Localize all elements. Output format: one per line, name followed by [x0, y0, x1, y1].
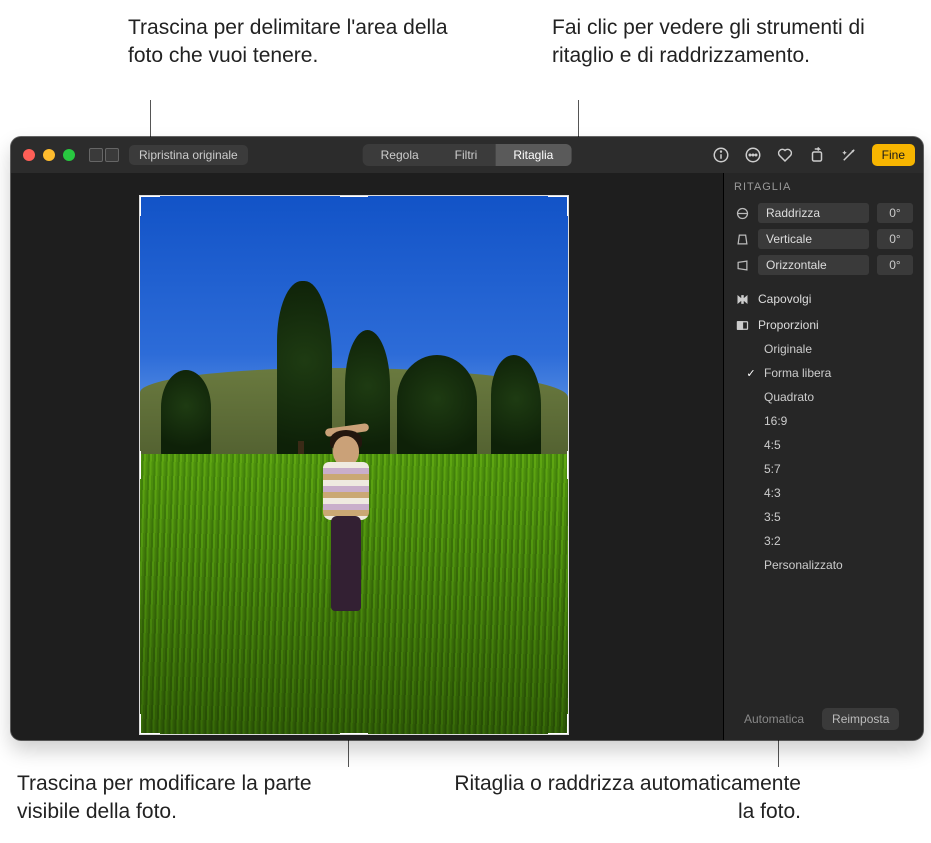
- crop-sidebar: RITAGLIA Raddrizza 0° Verticale 0° Or: [723, 173, 923, 740]
- straighten-row: Raddrizza 0°: [734, 203, 913, 223]
- callout-crop-tools: Fai clic per vedere gli strumenti di rit…: [552, 14, 882, 70]
- straighten-slider[interactable]: Raddrizza: [758, 203, 869, 223]
- more-icon[interactable]: [744, 146, 762, 164]
- callout-line: [348, 740, 349, 767]
- aspect-freeform[interactable]: ✓Forma libera: [734, 361, 913, 385]
- flip-icon: [734, 291, 750, 307]
- minimize-window-button[interactable]: [43, 149, 55, 161]
- aspect-custom[interactable]: Personalizzato: [734, 553, 913, 577]
- horizontal-slider[interactable]: Orizzontale: [758, 255, 869, 275]
- aspect-ratio-header: Proporzioni: [734, 317, 913, 333]
- straighten-icon: [734, 205, 750, 221]
- aspect-ratio-list: Originale ✓Forma libera Quadrato 16:9 4:…: [734, 337, 913, 577]
- crop-handle-left[interactable]: [139, 451, 141, 479]
- callout-drag-photo: Trascina per modificare la parte visibil…: [17, 770, 377, 826]
- aspect-16-9[interactable]: 16:9: [734, 409, 913, 433]
- fullscreen-window-button[interactable]: [63, 149, 75, 161]
- aspect-4-3[interactable]: 4:3: [734, 481, 913, 505]
- vertical-slider[interactable]: Verticale: [758, 229, 869, 249]
- aspect-3-5-label: 3:5: [758, 510, 781, 524]
- horizontal-value[interactable]: 0°: [877, 255, 913, 275]
- tab-crop[interactable]: Ritaglia: [495, 144, 571, 166]
- vertical-row: Verticale 0°: [734, 229, 913, 249]
- horizontal-row: Orizzontale 0°: [734, 255, 913, 275]
- person-subject: [311, 422, 381, 632]
- callout-auto: Ritaglia o raddrizza automaticamente la …: [441, 770, 801, 826]
- tab-filters[interactable]: Filtri: [437, 144, 496, 166]
- aspect-square[interactable]: Quadrato: [734, 385, 913, 409]
- info-icon[interactable]: [712, 146, 730, 164]
- auto-enhance-icon[interactable]: [840, 146, 858, 164]
- aspect-5-7[interactable]: 5:7: [734, 457, 913, 481]
- aspect-4-5[interactable]: 4:5: [734, 433, 913, 457]
- sidebar-footer: Automatica Reimposta: [734, 698, 913, 730]
- horizontal-perspective-icon: [734, 257, 750, 273]
- favorite-heart-icon[interactable]: [776, 146, 794, 164]
- auto-crop-button[interactable]: Automatica: [734, 708, 814, 730]
- rotate-icon[interactable]: [808, 146, 826, 164]
- crop-handle-bottom-left[interactable]: [139, 714, 160, 735]
- aspect-square-label: Quadrato: [758, 390, 814, 404]
- aspect-4-5-label: 4:5: [758, 438, 781, 452]
- straighten-value[interactable]: 0°: [877, 203, 913, 223]
- photos-edit-window: Ripristina originale Regola Filtri Ritag…: [11, 137, 923, 740]
- aspect-original-label: Originale: [758, 342, 812, 356]
- crop-handle-top-right[interactable]: [548, 195, 569, 216]
- aspect-5-7-label: 5:7: [758, 462, 781, 476]
- aspect-16-9-label: 16:9: [758, 414, 787, 428]
- crop-handle-bottom[interactable]: [340, 733, 368, 735]
- aspect-custom-label: Personalizzato: [758, 558, 843, 572]
- aspect-3-2[interactable]: 3:2: [734, 529, 913, 553]
- vertical-value[interactable]: 0°: [877, 229, 913, 249]
- vertical-perspective-icon: [734, 231, 750, 247]
- app-body: RITAGLIA Raddrizza 0° Verticale 0° Or: [11, 173, 923, 740]
- aspect-ratio-icon: [734, 317, 750, 333]
- aspect-3-5[interactable]: 3:5: [734, 505, 913, 529]
- titlebar: Ripristina originale Regola Filtri Ritag…: [11, 137, 923, 173]
- aspect-freeform-label: Forma libera: [758, 366, 831, 380]
- crop-frame[interactable]: [139, 195, 569, 735]
- flip-label: Capovolgi: [758, 292, 811, 306]
- restore-original-button[interactable]: Ripristina originale: [129, 145, 248, 165]
- done-button[interactable]: Fine: [872, 144, 915, 166]
- callout-crop-area: Trascina per delimitare l'area della fot…: [128, 14, 458, 70]
- aspect-3-2-label: 3:2: [758, 534, 781, 548]
- crop-handle-right[interactable]: [567, 451, 569, 479]
- edit-mode-segmented-control: Regola Filtri Ritaglia: [363, 144, 572, 166]
- aspect-4-3-label: 4:3: [758, 486, 781, 500]
- crop-handle-top[interactable]: [340, 195, 368, 197]
- photo-content[interactable]: [140, 196, 568, 734]
- close-window-button[interactable]: [23, 149, 35, 161]
- aspect-original[interactable]: Originale: [734, 337, 913, 361]
- window-controls: [23, 149, 75, 161]
- flip-button[interactable]: Capovolgi: [734, 291, 913, 307]
- callout-line: [778, 740, 779, 767]
- view-mode-toggle[interactable]: [89, 148, 119, 162]
- tab-adjust[interactable]: Regola: [363, 144, 437, 166]
- aspect-ratio-title: Proporzioni: [758, 318, 819, 332]
- toolbar-right-tools: Fine: [712, 137, 915, 173]
- reset-button[interactable]: Reimposta: [822, 708, 899, 730]
- canvas-area: [11, 173, 723, 740]
- sidebar-title: RITAGLIA: [734, 181, 913, 193]
- crop-handle-bottom-right[interactable]: [548, 714, 569, 735]
- crop-handle-top-left[interactable]: [139, 195, 160, 216]
